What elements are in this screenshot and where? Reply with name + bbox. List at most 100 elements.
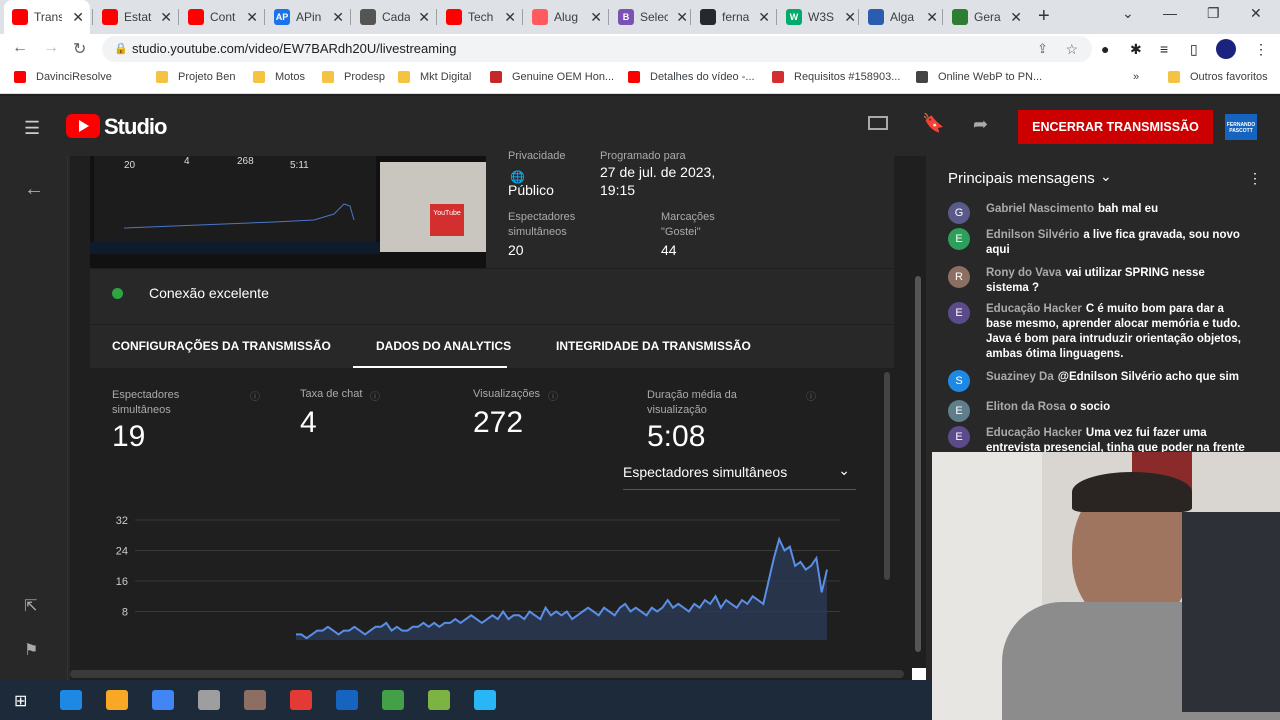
help-icon[interactable]: ⓘ [548, 388, 558, 403]
tab-stream-health[interactable]: INTEGRIDADE DA TRANSMISSÃO [556, 339, 751, 353]
help-icon[interactable]: ⓘ [250, 388, 260, 403]
browser-tab[interactable]: Alga ✕ [860, 4, 944, 30]
youtube-logo-icon[interactable] [66, 114, 100, 138]
browser-tab[interactable]: AP APin ✕ [266, 4, 350, 30]
bookmark-item[interactable]: Mkt Digital [398, 71, 471, 83]
browser-tab[interactable]: Cont ✕ [180, 4, 264, 30]
chat-author[interactable]: Rony do Vava [986, 267, 1061, 279]
main-scrollbar[interactable] [915, 276, 921, 652]
bookmark-item[interactable]: Requisitos #158903... [772, 71, 900, 83]
close-window-icon[interactable]: ✕ [1250, 5, 1262, 22]
end-stream-button[interactable]: ENCERRAR TRANSMISSÃO [1018, 110, 1213, 144]
browser-tab[interactable]: Trans ✕ [4, 0, 90, 34]
browser-tab[interactable]: ferna ✕ [692, 4, 776, 30]
metric-dropdown[interactable]: Espectadores simultâneos ⌄ [623, 456, 856, 490]
chat-message[interactable]: G Gabriel Nascimento bah mal eu [948, 202, 1248, 224]
close-tab-icon[interactable]: ✕ [332, 9, 344, 26]
browser-tab[interactable]: Cada ✕ [352, 4, 436, 30]
chat-extension-icon[interactable]: ● [1101, 41, 1109, 57]
chat-title[interactable]: Principais mensagens [948, 170, 1095, 187]
close-tab-icon[interactable]: ✕ [160, 9, 172, 26]
reload-icon[interactable]: ↻ [73, 39, 86, 59]
taskbar-app-icon[interactable] [428, 690, 450, 710]
chat-message[interactable]: S Suaziney Da @Ednilson Silvério acho que … [948, 370, 1248, 392]
back-icon[interactable]: ← [12, 39, 28, 57]
close-tab-icon[interactable]: ✕ [246, 9, 258, 26]
minimize-icon[interactable]: — [1163, 5, 1177, 21]
bookmark-item[interactable]: Online WebP to PN... [916, 71, 1042, 83]
channel-avatar[interactable]: FERNANDO PASCOTT [1225, 114, 1257, 140]
bookmark-item[interactable]: Projeto Ben [156, 71, 235, 83]
help-icon[interactable]: ⓘ [370, 388, 380, 403]
taskbar-app-icon[interactable] [474, 690, 496, 710]
close-tab-icon[interactable]: ✕ [504, 9, 516, 26]
browser-tab[interactable]: Tech ✕ [438, 4, 522, 30]
taskbar-app-icon[interactable] [290, 690, 312, 710]
chat-message[interactable]: E Educação Hacker C é muito bom para dar a… [948, 302, 1248, 362]
star-icon[interactable]: ☆ [1065, 36, 1078, 62]
chat-author[interactable]: Educação Hacker [986, 427, 1082, 439]
close-tab-icon[interactable]: ✕ [758, 9, 770, 26]
forward-icon[interactable]: → [43, 39, 59, 57]
chat-author[interactable]: Gabriel Nascimento [986, 203, 1094, 215]
taskbar-app-icon[interactable] [244, 690, 266, 710]
chat-author[interactable]: Eliton da Rosa [986, 401, 1066, 413]
browser-tab[interactable]: W W3S ✕ [778, 4, 862, 30]
chat-author[interactable]: Educação Hacker [986, 303, 1082, 315]
reading-list-icon[interactable]: ≡ [1160, 41, 1168, 57]
horizontal-scrollbar[interactable] [70, 670, 904, 678]
feedback-icon[interactable]: ⚑ [24, 640, 38, 660]
close-tab-icon[interactable]: ✕ [590, 9, 602, 26]
preview-player-icon[interactable] [868, 116, 888, 130]
share-icon[interactable]: ⇪ [1037, 36, 1048, 62]
close-tab-icon[interactable]: ✕ [844, 9, 856, 26]
taskbar-app-icon[interactable] [198, 690, 220, 710]
help-icon[interactable]: ⓘ [806, 388, 816, 403]
bookmark-item[interactable]: Prodesp [322, 71, 385, 83]
close-tab-icon[interactable]: ✕ [1010, 9, 1022, 26]
address-bar[interactable]: 🔒 studio.youtube.com/video/EW7BARdh20U/l… [102, 36, 1092, 62]
close-tab-icon[interactable]: ✕ [926, 9, 938, 26]
windows-start-icon[interactable]: ⊞ [14, 691, 27, 711]
taskbar-app-icon[interactable] [106, 690, 128, 710]
chevron-down-icon[interactable]: ⌄ [1100, 168, 1112, 185]
bookmark-item[interactable]: Genuine OEM Hon... [490, 71, 614, 83]
analytics-scrollbar[interactable] [884, 372, 890, 580]
side-panel-icon[interactable]: ▯ [1190, 41, 1198, 58]
menu-kebab-icon[interactable]: ⋮ [1254, 41, 1268, 58]
chat-message[interactable]: E Ednilson Silvério a live fica gravada, s… [948, 228, 1248, 258]
share-stream-icon[interactable]: ➦ [973, 114, 988, 135]
open-external-icon[interactable]: ⇱ [24, 596, 37, 616]
restore-icon[interactable]: ❐ [1207, 5, 1220, 22]
browser-tab[interactable]: Estat ✕ [94, 4, 178, 30]
browser-tab[interactable]: Gera ✕ [944, 4, 1028, 30]
bookmark-item[interactable]: Detalhes do vídeo -... [628, 71, 755, 83]
tab-search-icon[interactable]: ⌄ [1122, 5, 1134, 22]
profile-avatar[interactable] [1216, 39, 1236, 59]
stream-preview[interactable]: 20 4 268 5:11 YouTube [90, 156, 486, 268]
tab-analytics[interactable]: DADOS DO ANALYTICS [376, 339, 511, 353]
close-tab-icon[interactable]: ✕ [72, 9, 84, 26]
taskbar-app-icon[interactable] [152, 690, 174, 710]
chat-menu-icon[interactable]: ⋮ [1248, 170, 1262, 187]
extensions-icon[interactable]: ✱ [1130, 41, 1142, 58]
chat-author[interactable]: Suaziney Da [986, 371, 1054, 383]
close-tab-icon[interactable]: ✕ [676, 9, 688, 26]
taskbar-app-icon[interactable] [60, 690, 82, 710]
hamburger-menu-icon[interactable]: ☰ [24, 118, 40, 139]
new-tab-button[interactable]: + [1038, 5, 1050, 28]
browser-tab[interactable]: B Selec ✕ [610, 4, 694, 30]
bookmark-icon[interactable]: 🔖 [922, 113, 944, 134]
back-arrow-icon[interactable]: ← [24, 178, 44, 201]
more-bookmarks-button[interactable]: » [1133, 71, 1139, 83]
bookmark-item[interactable]: DavinciResolve [14, 71, 112, 83]
chat-message[interactable]: R Rony do Vava vai utilizar SPRING nesse s… [948, 266, 1248, 296]
browser-tab[interactable]: Alug ✕ [524, 4, 608, 30]
taskbar-app-icon[interactable] [336, 690, 358, 710]
chat-author[interactable]: Ednilson Silvério [986, 229, 1079, 241]
chat-message[interactable]: E Eliton da Rosa o socio [948, 400, 1248, 422]
bookmark-item[interactable]: Motos [253, 71, 305, 83]
close-tab-icon[interactable]: ✕ [418, 9, 430, 26]
taskbar-app-icon[interactable] [382, 690, 404, 710]
tab-stream-settings[interactable]: CONFIGURAÇÕES DA TRANSMISSÃO [112, 339, 331, 353]
